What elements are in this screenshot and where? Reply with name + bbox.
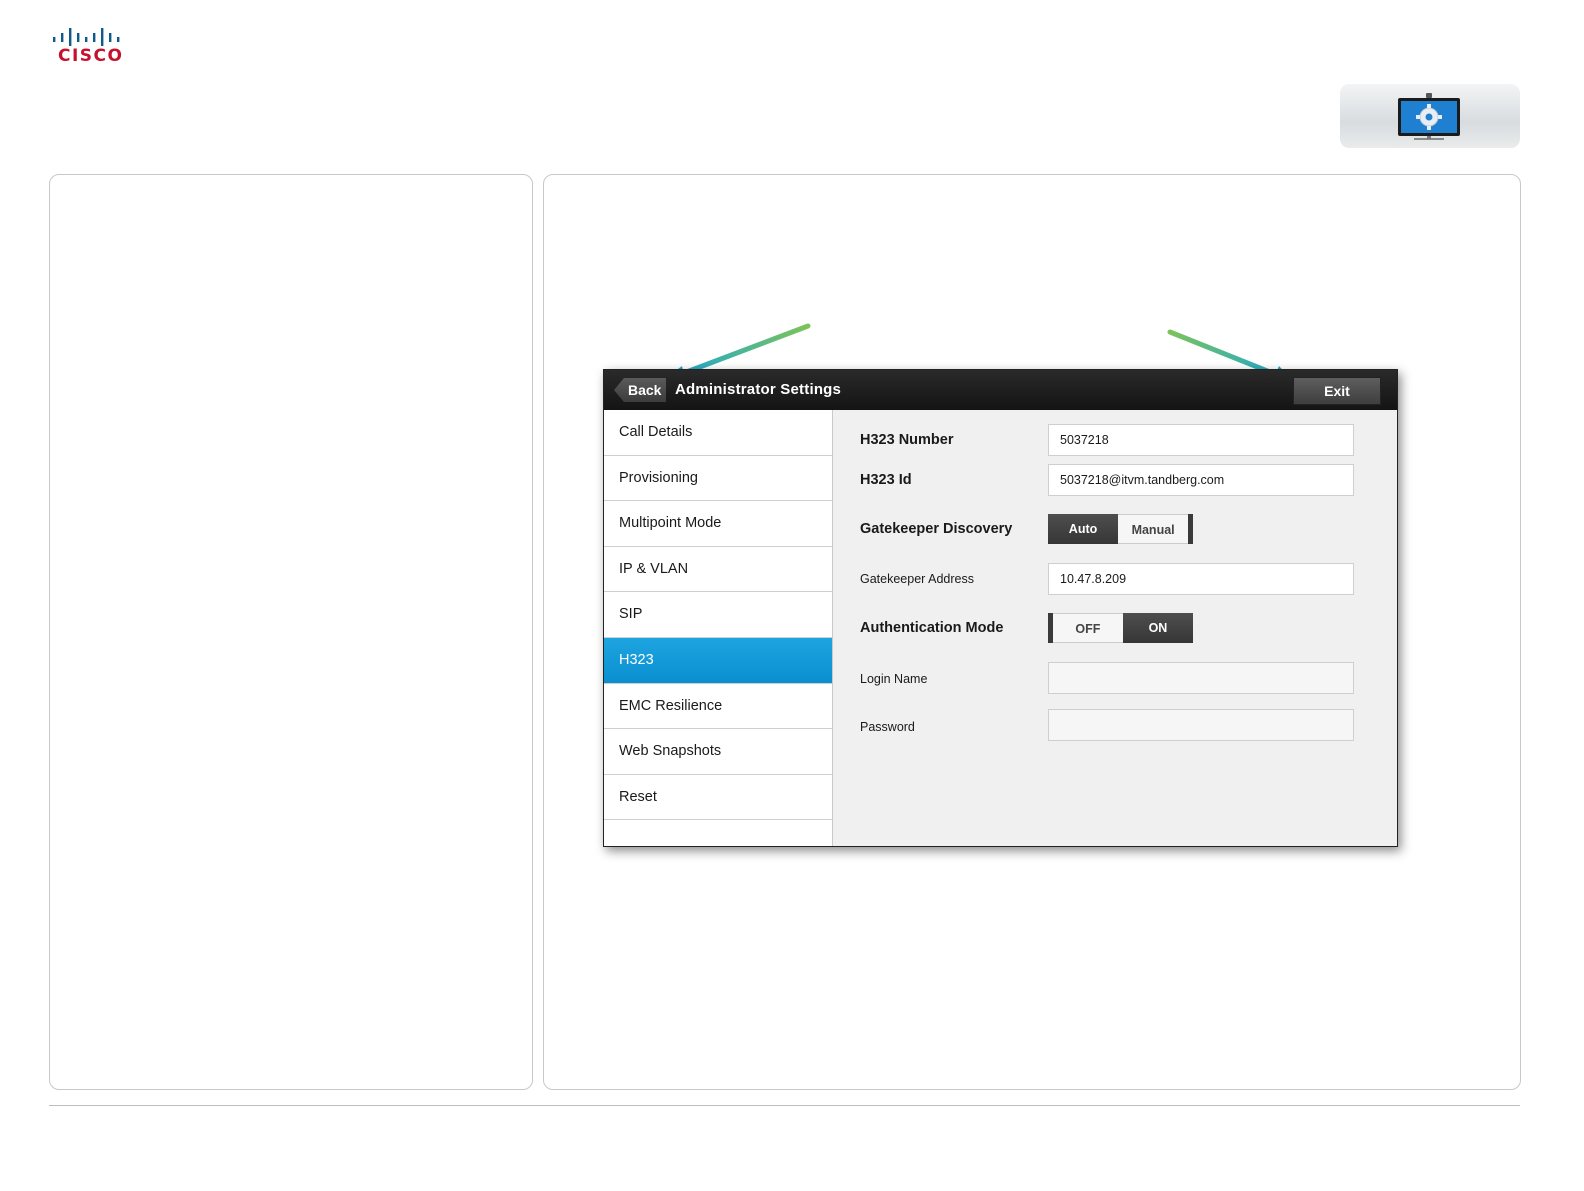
menu-item-provisioning[interactable]: Provisioning xyxy=(604,456,832,502)
h323-number-field[interactable]: 5037218 xyxy=(1048,424,1354,456)
gatekeeper-discovery-toggle: Auto Manual xyxy=(1048,514,1193,544)
login-name-field[interactable] xyxy=(1048,662,1354,694)
h323-id-label: H323 Id xyxy=(860,472,912,488)
settings-menu: Call Details Provisioning Multipoint Mod… xyxy=(604,410,833,846)
h323-settings-content: H323 Number 5037218 H323 Id 5037218@itvm… xyxy=(833,410,1397,846)
menu-item-emc-resilience[interactable]: EMC Resilience xyxy=(604,684,832,730)
menu-item-multipoint-mode[interactable]: Multipoint Mode xyxy=(604,501,832,547)
exit-button[interactable]: Exit xyxy=(1293,377,1381,405)
gatekeeper-auto-option[interactable]: Auto xyxy=(1048,514,1119,544)
admin-settings-screen: Back Administrator Settings Exit Call De… xyxy=(603,369,1398,847)
authentication-mode-label: Authentication Mode xyxy=(860,620,1004,636)
screen-title: Administrator Settings xyxy=(675,381,842,398)
gatekeeper-address-label: Gatekeeper Address xyxy=(860,572,974,586)
authentication-off-option[interactable]: OFF xyxy=(1052,613,1123,643)
h323-id-field[interactable]: 5037218@itvm.tandberg.com xyxy=(1048,464,1354,496)
menu-item-web-snapshots[interactable]: Web Snapshots xyxy=(604,729,832,775)
gatekeeper-address-field[interactable]: 10.47.8.209 xyxy=(1048,563,1354,595)
menu-item-call-details[interactable]: Call Details xyxy=(604,410,832,456)
password-label: Password xyxy=(860,720,915,734)
authentication-on-option[interactable]: ON xyxy=(1122,613,1193,643)
menu-item-sip[interactable]: SIP xyxy=(604,592,832,638)
h323-number-label: H323 Number xyxy=(860,432,954,448)
login-name-label: Login Name xyxy=(860,672,928,686)
gatekeeper-manual-option[interactable]: Manual xyxy=(1118,514,1189,544)
menu-item-reset[interactable]: Reset xyxy=(604,775,832,821)
menu-item-ip-vlan[interactable]: IP & VLAN xyxy=(604,547,832,593)
gatekeeper-discovery-label: Gatekeeper Discovery xyxy=(860,521,1013,537)
menu-item-h323[interactable]: H323 xyxy=(604,637,832,684)
authentication-mode-toggle: OFF ON xyxy=(1048,613,1193,643)
toggle-end-cap xyxy=(1188,514,1193,544)
password-field[interactable] xyxy=(1048,709,1354,741)
title-bar: Back Administrator Settings Exit xyxy=(604,370,1397,410)
back-button[interactable]: Back xyxy=(614,378,666,402)
